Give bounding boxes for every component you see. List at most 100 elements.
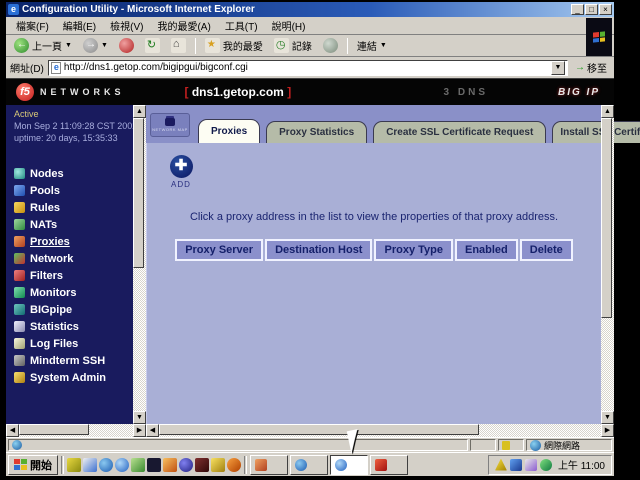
content-frame: NETWORK MAP Proxies Proxy Statistics Cre… <box>146 105 614 424</box>
log-files-icon <box>14 338 25 349</box>
home-button[interactable] <box>167 37 190 54</box>
quicklaunch-icon-6[interactable] <box>147 458 161 472</box>
standard-toolbar: 上一頁 ▼ ▼ 我的最愛 記錄 連結 ▼ <box>6 35 614 57</box>
tray-display-icon[interactable] <box>510 459 522 471</box>
quicklaunch-icon-4[interactable] <box>115 458 129 472</box>
scroll-right-icon[interactable]: ▶ <box>601 424 614 437</box>
bigpipe-icon <box>14 304 25 315</box>
sidebar-item-filters[interactable]: Filters <box>14 267 133 284</box>
refresh-button[interactable] <box>141 37 164 54</box>
product-3dns-label: 3 DNS <box>444 87 488 98</box>
sidebar-item-system-admin[interactable]: System Admin <box>14 369 133 386</box>
sidebar-item-log-files[interactable]: Log Files <box>14 335 133 352</box>
address-dropdown-button[interactable]: ▼ <box>551 61 565 75</box>
task-button-1[interactable] <box>250 455 288 475</box>
quicklaunch-icon-3[interactable] <box>99 458 113 472</box>
network-map-icon <box>165 118 175 126</box>
quicklaunch-icon-9[interactable] <box>195 458 209 472</box>
scroll-up-icon[interactable]: ▲ <box>601 105 614 118</box>
history-button[interactable]: 記錄 <box>270 37 316 54</box>
quicklaunch-icon-5[interactable] <box>131 458 145 472</box>
content-hscroll-thumb[interactable] <box>159 424 479 435</box>
forward-button[interactable]: ▼ <box>79 37 112 54</box>
scroll-right-icon[interactable]: ▶ <box>133 424 146 437</box>
quicklaunch-icon-8[interactable] <box>179 458 193 472</box>
menu-favorites[interactable]: 我的最愛(A) <box>151 16 216 35</box>
favorites-button[interactable]: 我的最愛 <box>201 37 267 54</box>
menu-edit[interactable]: 編輯(E) <box>57 16 102 35</box>
scroll-down-icon[interactable]: ▼ <box>133 411 146 424</box>
content-horizontal-scrollbar[interactable]: ◀ ▶ <box>146 424 614 437</box>
content-vertical-scrollbar[interactable]: ▲ ▼ <box>601 105 614 424</box>
menu-tools[interactable]: 工具(T) <box>219 16 264 35</box>
links-label: 連結 <box>357 38 377 53</box>
quicklaunch-icon-11[interactable] <box>227 458 241 472</box>
quicklaunch-icon-10[interactable] <box>211 458 225 472</box>
quicklaunch-icon-7[interactable] <box>163 458 177 472</box>
sidebar-vertical-scrollbar[interactable]: ▲ ▼ <box>133 105 146 424</box>
tab-create-ssl-certificate-request[interactable]: Create SSL Certificate Request <box>373 121 546 143</box>
back-button[interactable]: 上一頁 ▼ <box>10 37 76 54</box>
sidebar-item-nodes[interactable]: Nodes <box>14 165 133 182</box>
network-map-button[interactable]: NETWORK MAP <box>150 113 190 137</box>
tab-proxy-statistics[interactable]: Proxy Statistics <box>266 121 367 143</box>
quicklaunch-icon-1[interactable] <box>67 458 81 472</box>
stop-button[interactable] <box>115 37 138 54</box>
sidebar-item-proxies[interactable]: Proxies <box>14 233 133 250</box>
hostname-banner: [ dns1.getop.com ] <box>185 85 292 99</box>
tab-install-ssl-certificate[interactable]: Install SSL Certif <box>552 121 640 143</box>
scroll-down-icon[interactable]: ▼ <box>601 411 614 424</box>
address-input[interactable]: http://dns1.getop.com/bigipgui/bigconf.c… <box>48 60 568 76</box>
network-icon <box>14 253 25 264</box>
column-header-delete[interactable]: Delete <box>520 239 573 261</box>
scroll-up-icon[interactable]: ▲ <box>133 105 146 118</box>
menu-view[interactable]: 檢視(V) <box>104 16 149 35</box>
add-icon: ✚ <box>170 155 193 178</box>
task-button-2[interactable] <box>290 455 328 475</box>
scroll-left-icon[interactable]: ◀ <box>146 424 159 437</box>
sidebar-scroll-thumb[interactable] <box>133 118 144 268</box>
links-button[interactable]: 連結 ▼ <box>353 37 391 54</box>
close-button[interactable]: × <box>599 4 612 15</box>
content-scroll-thumb[interactable] <box>601 118 612 318</box>
sidebar-item-pools[interactable]: Pools <box>14 182 133 199</box>
sidebar-item-monitors[interactable]: Monitors <box>14 284 133 301</box>
windows-logo-icon <box>593 31 605 42</box>
scroll-left-icon[interactable]: ◀ <box>6 424 19 437</box>
back-icon <box>14 38 29 53</box>
sidebar-item-statistics[interactable]: Statistics <box>14 318 133 335</box>
print-button[interactable] <box>319 37 342 54</box>
tray-alert-icon[interactable] <box>495 459 507 471</box>
column-header-proxy-server[interactable]: Proxy Server <box>175 239 263 261</box>
tab-proxies[interactable]: Proxies <box>198 119 260 143</box>
column-header-proxy-type[interactable]: Proxy Type <box>374 239 453 261</box>
menu-help[interactable]: 說明(H) <box>266 16 312 35</box>
sidebar-horizontal-scrollbar[interactable]: ◀ ▶ <box>6 424 146 437</box>
favorites-icon <box>205 38 220 53</box>
nats-icon <box>14 219 25 230</box>
ie-throbber <box>586 18 612 56</box>
menu-file[interactable]: 檔案(F) <box>10 16 55 35</box>
maximize-button[interactable]: □ <box>585 4 598 15</box>
sidebar-hscroll-thumb[interactable] <box>19 424 89 435</box>
go-button[interactable]: 移至 <box>572 60 610 75</box>
sidebar-item-nats[interactable]: NATs <box>14 216 133 233</box>
sidebar-item-bigpipe[interactable]: BIGpipe <box>14 301 133 318</box>
minimize-button[interactable]: _ <box>571 4 584 15</box>
forward-icon <box>83 38 98 53</box>
sidebar-item-mindterm-ssh[interactable]: Mindterm SSH <box>14 352 133 369</box>
sidebar-item-network[interactable]: Network <box>14 250 133 267</box>
task-button-3-active[interactable] <box>330 455 368 475</box>
column-header-destination-host[interactable]: Destination Host <box>265 239 372 261</box>
task-button-4[interactable] <box>370 455 408 475</box>
tray-volume-icon[interactable] <box>525 459 537 471</box>
sidebar-item-rules[interactable]: Rules <box>14 199 133 216</box>
history-icon <box>274 38 289 53</box>
add-proxy-button[interactable]: ✚ ADD <box>163 155 199 189</box>
column-header-enabled[interactable]: Enabled <box>455 239 518 261</box>
system-tray: 上午 11:00 <box>488 455 612 475</box>
print-icon <box>323 38 338 53</box>
quicklaunch-icon-2[interactable] <box>83 458 97 472</box>
start-button[interactable]: 開始 <box>8 455 58 475</box>
tray-network-icon[interactable] <box>540 459 552 471</box>
